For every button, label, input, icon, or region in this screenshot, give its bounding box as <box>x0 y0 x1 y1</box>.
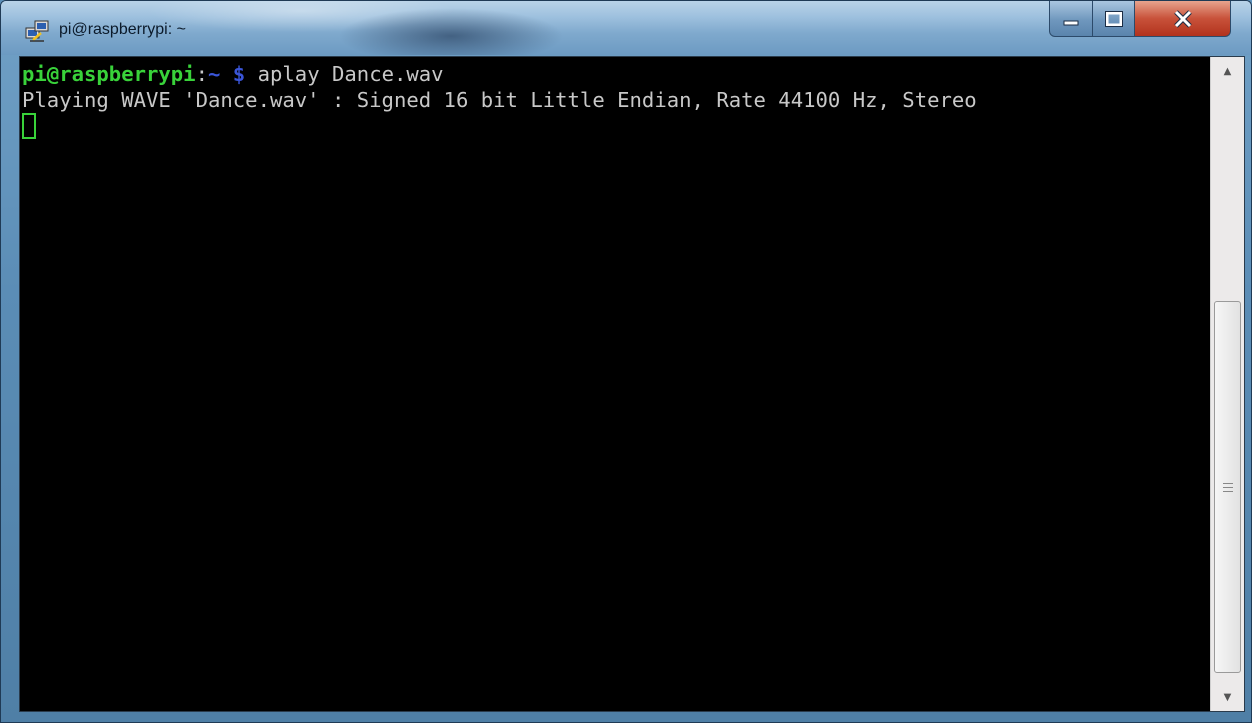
terminal-client-area[interactable]: pi@raspberrypi:~ $ aplay Dance.wav Playi… <box>19 56 1245 712</box>
putty-app-icon[interactable] <box>25 19 51 43</box>
terminal-output[interactable]: pi@raspberrypi:~ $ aplay Dance.wav Playi… <box>20 57 1210 711</box>
arrow-down-icon: ▼ <box>1223 691 1232 703</box>
close-icon <box>1173 9 1192 28</box>
output-line: Playing WAVE 'Dance.wav' : Signed 16 bit… <box>22 88 977 112</box>
window-controls <box>1049 1 1231 41</box>
putty-window: pi@raspberrypi: ~ pi@raspberrypi:~ $ apl… <box>0 0 1252 723</box>
vertical-scrollbar[interactable]: ▲ ▼ <box>1210 57 1244 711</box>
arrow-up-icon: ▲ <box>1223 65 1232 77</box>
scroll-up-button[interactable]: ▲ <box>1211 57 1244 85</box>
maximize-button[interactable] <box>1093 1 1135 37</box>
prompt-separator: : <box>195 62 208 86</box>
minimize-icon <box>1063 20 1079 25</box>
scroll-down-button[interactable]: ▼ <box>1211 683 1244 711</box>
prompt-user-host: pi@raspberrypi <box>22 62 196 86</box>
prompt-path: ~ $ <box>208 62 246 86</box>
command-text: aplay Dance.wav <box>245 62 444 86</box>
terminal-cursor <box>22 113 36 139</box>
window-title: pi@raspberrypi: ~ <box>59 21 186 38</box>
maximize-icon <box>1104 10 1123 27</box>
minimize-button[interactable] <box>1049 1 1093 37</box>
scroll-thumb[interactable] <box>1214 301 1241 673</box>
close-button[interactable] <box>1135 1 1231 37</box>
title-bar[interactable]: pi@raspberrypi: ~ <box>1 1 1251 55</box>
grip-icon <box>1222 482 1233 492</box>
